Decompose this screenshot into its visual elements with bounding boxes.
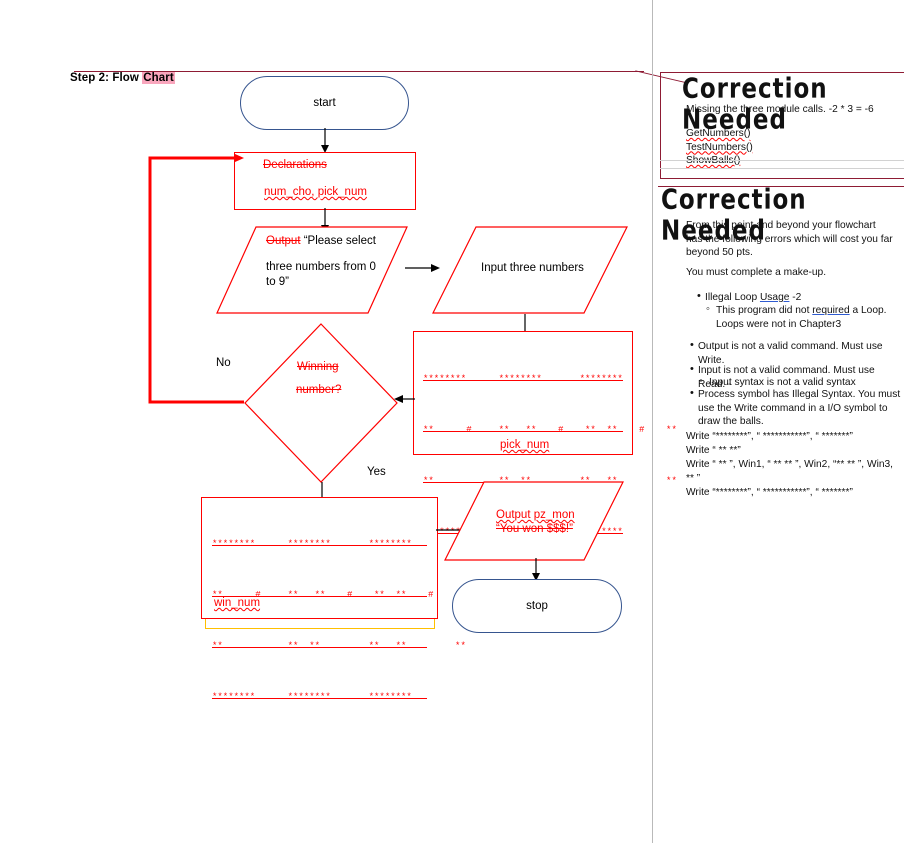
win-process-caption: win_num [214, 597, 261, 609]
correction-bullet-loop: Illegal Loop Usage -2 [697, 290, 903, 305]
panel-divider-gray-2 [660, 160, 904, 161]
ball-art-row: ******** ******** ******** [212, 689, 427, 706]
decision-label-no: No [216, 357, 231, 369]
panel-divider-gray-1 [660, 168, 904, 169]
stop-label: stop [526, 600, 548, 612]
output-prompt-line2: three numbers from 0 [266, 261, 376, 273]
decision-label-yes: Yes [367, 466, 386, 478]
output-prompt-line1: Output “Please select [266, 235, 376, 247]
ball-art-row: ** ** ** ** ** ** [212, 638, 466, 655]
output-win-line2: “You won $$$!” [496, 523, 573, 535]
decision-label-line2: number? [296, 384, 342, 396]
decision-label-line1: Winning [297, 361, 339, 373]
bullet-loop-text-b: Usage [759, 292, 790, 303]
input-box-label: Input three numbers [481, 262, 584, 274]
bullet-loop-text-a: Illegal Loop [705, 292, 760, 303]
module-call: GetNumbers() [686, 128, 751, 139]
correction-subbullet-loop: This program did not required a Loop. Lo… [706, 303, 904, 331]
arrow-start-to-declarations [321, 128, 329, 153]
correction-bullet-process: Process symbol has Illegal Syntax. You m… [690, 387, 903, 429]
write-line: Write “********”, “ ***********”, “ ****… [686, 487, 853, 498]
flowchart-start-terminator: start [240, 76, 409, 130]
page-title-prefix: Step 2: Flow [70, 72, 143, 84]
write-line: Write “ ** ”, Win1, “ ** ** ”, Win2, “**… [686, 459, 893, 484]
write-line: Write “********”, “ ***********”, “ ****… [686, 431, 853, 442]
ball-art-row: ** # ** ** # ** ** # ** [423, 422, 677, 439]
bullet-loop-text-c: -2 [789, 292, 802, 303]
flowchart-stop-terminator: stop [452, 579, 622, 633]
correction-2-paragraph-1: From this point and beyond your flowchar… [686, 220, 893, 259]
output-win-line1: Output pz_mon [496, 509, 575, 521]
ball-art-row: ******** ******** ******** [423, 371, 623, 388]
subbullet-text-a: This program did not [716, 305, 813, 316]
page-title: Step 2: Flow Chart [70, 72, 175, 84]
flowchart-decision-diamond [244, 323, 398, 483]
start-label: start [313, 97, 336, 109]
pick-process-caption: pick_num [500, 439, 550, 451]
write-statements: Write “********”, “ ***********”, “ ****… [686, 430, 900, 500]
correction-2-paragraph-2: You must complete a make-up. [686, 267, 827, 278]
document-page: Step 2: Flow Chart start Declarations nu… [0, 0, 904, 843]
module-call: TestNumbers() [686, 141, 753, 153]
write-line: Write “ ** **” [686, 445, 741, 456]
subbullet-text-b: required [812, 305, 850, 316]
declarations-title: Declarations [263, 159, 327, 171]
page-vertical-divider [652, 0, 653, 843]
page-title-highlight: Chart [142, 72, 175, 84]
correction-1-subtitle: Missing the three module calls. -2 * 3 =… [686, 104, 874, 115]
output-prompt-line3: to 9” [266, 276, 290, 288]
declarations-vars: num_cho, pick_num [264, 186, 367, 198]
ball-art-row: ******** ******** ******** [212, 536, 427, 553]
win-process-art: ******** ******** ******** ** # ** ** # … [212, 502, 466, 740]
correction-1-calls: GetNumbers() TestNumbers() ShowBalls() [686, 127, 753, 168]
